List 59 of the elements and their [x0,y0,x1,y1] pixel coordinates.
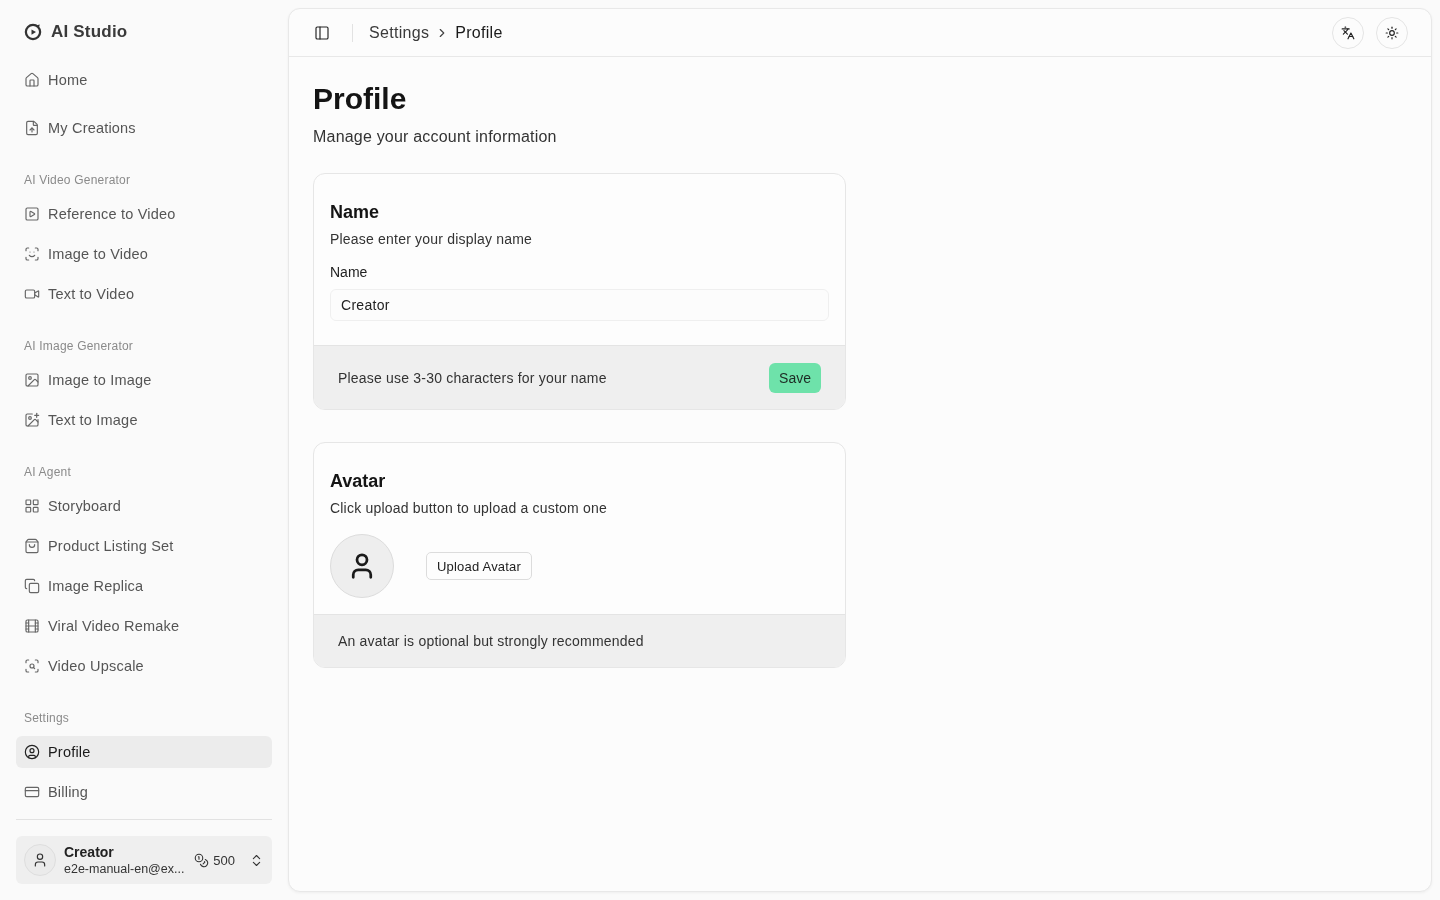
account-card[interactable]: Creator e2e-manual-en@ex... 500 [16,836,272,884]
language-button[interactable] [1332,16,1364,49]
sun-icon [1385,25,1399,40]
card-description: Please enter your display name [330,230,534,249]
name-input[interactable]: Creator [330,289,829,321]
card-title: Name [330,201,381,224]
copy-icon [24,578,40,594]
card-title: Avatar [330,470,387,493]
sidebar-item[interactable]: Profile [16,736,272,768]
breadcrumb-link[interactable]: Settings [369,23,430,42]
sidebar-item[interactable]: Storyboard [16,490,272,522]
upload-avatar-button[interactable]: Upload Avatar [426,552,533,580]
coins-icon [194,852,210,868]
house-icon [24,72,40,88]
credit-card-icon [24,784,40,800]
sidebar-item[interactable]: Text to Video [16,278,272,310]
footer-hint: An avatar is optional but strongly recommended [338,633,644,649]
user-email: e2e-manual-en@ex... [64,860,186,878]
play-square-icon [24,206,40,222]
sidebar-item[interactable]: Viral Video Remake [16,610,272,642]
sidebar-item[interactable]: Billing [16,776,272,808]
face-scan-icon [24,246,40,262]
sidebar-item[interactable]: Text to Image [16,404,272,436]
logo-icon [24,23,42,41]
section-title: AI Agent [23,464,72,481]
card-description: Click upload button to upload a custom one [330,499,608,518]
sidebar-item[interactable]: Reference to Video [16,198,272,230]
page-title: Profile [313,81,408,117]
image-icon [24,372,40,388]
scan-search-icon [24,658,40,674]
user-circle-icon [24,744,40,760]
file-upload-icon [24,120,40,136]
theme-toggle-button[interactable] [1376,16,1408,49]
user-name: Creator [64,842,115,861]
breadcrumb-link[interactable]: Profile [455,23,503,42]
field-label: Name [330,263,369,282]
panel-left-icon [314,24,330,41]
save-button[interactable]: Save [769,362,821,393]
page-subtitle: Manage your account information [313,127,558,147]
brand-name: AI Studio [51,22,128,42]
sidebar-item[interactable]: Image to Image [16,364,272,396]
section-title: AI Image Generator [23,338,134,355]
sidebar-item[interactable]: Image to Video [16,238,272,270]
grid-icon [24,498,40,514]
sidebar-item[interactable]: Image Replica [16,570,272,602]
section-title: Settings [23,710,70,727]
sidebar-item[interactable]: Product Listing Set [16,530,272,562]
section-title: AI Video Generator [23,172,132,189]
sidebar-item[interactable]: Video Upscale [16,650,272,682]
footer-hint: Please use 3-30 characters for your name [338,369,607,386]
film-icon [24,618,40,634]
sidebar-item[interactable]: My Creations [16,112,272,144]
user-avatar-icon [24,844,56,876]
image-plus-icon [24,412,40,428]
shopping-bag-icon [24,538,40,554]
translate-icon [1341,25,1355,40]
sidebar-item[interactable]: Home [16,64,272,96]
video-camera-icon [24,286,40,302]
credit-count: 500 [213,852,235,868]
